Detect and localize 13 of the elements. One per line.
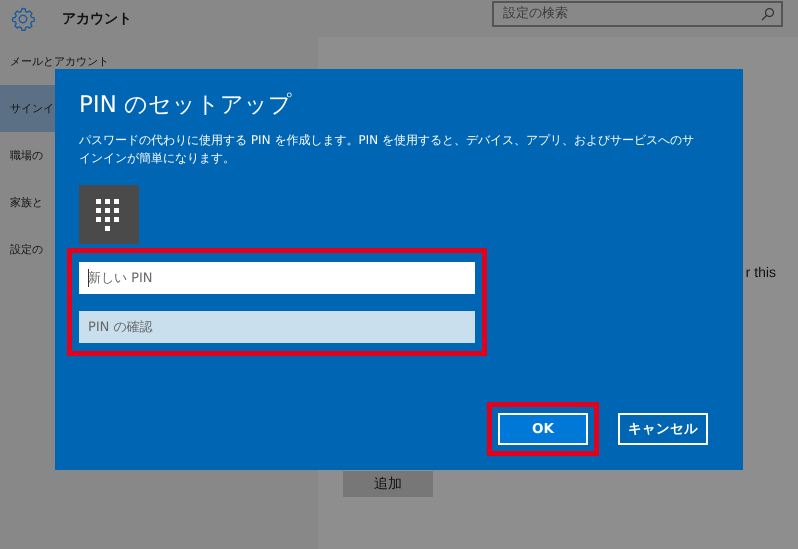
add-button[interactable]: 追加 (343, 471, 433, 497)
dialog-title: PIN のセットアップ (79, 91, 294, 120)
dialog-description: パスワードの代わりに使用する PIN を作成します。PIN を使用すると、デバイス、アプリ、およびサービスへのサインインが簡単になります。 (79, 132, 695, 167)
keypad-icon (79, 185, 139, 244)
search-icon (761, 6, 775, 20)
cancel-button[interactable]: キャンセル (618, 413, 708, 445)
ok-button[interactable]: OK (498, 413, 588, 445)
search-field[interactable]: 設定の検索 (492, 0, 783, 26)
page-title: アカウント (62, 10, 132, 28)
settings-icon (11, 6, 35, 30)
pin-field[interactable]: 新しい PIN (79, 262, 475, 294)
pin-field[interactable]: PIN の確認 (79, 311, 475, 343)
setting-text: r this (746, 263, 776, 281)
